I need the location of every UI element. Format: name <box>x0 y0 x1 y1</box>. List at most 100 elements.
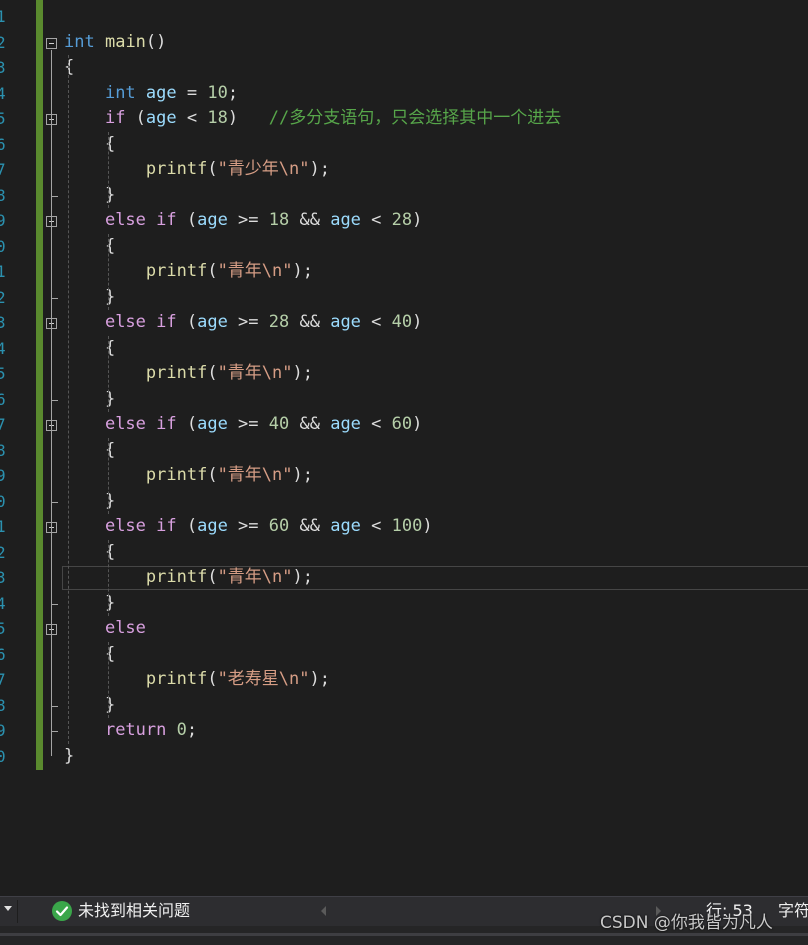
line-number: 8 <box>0 695 6 715</box>
code-line[interactable]: 3 printf("青年\n"); <box>0 565 808 591</box>
code-line[interactable]: 1 <box>0 4 808 30</box>
code-text[interactable]: { <box>64 55 74 81</box>
code-line[interactable]: 1 else if (age >= 60 && age < 100) <box>0 514 808 540</box>
check-circle-icon[interactable] <box>52 901 72 921</box>
code-line[interactable]: 6 { <box>0 132 808 158</box>
collapse-block-icon[interactable] <box>46 37 57 49</box>
code-text[interactable]: printf("青年\n"); <box>64 361 313 387</box>
code-editor[interactable]: 1 2 int main() 3{4 int age = 10; 5 if (age <… <box>0 0 808 896</box>
keyword-token: int <box>104 82 136 103</box>
line-number: 5 <box>0 619 6 638</box>
code-text[interactable]: return 0; <box>64 718 197 744</box>
code-line[interactable]: 4 } <box>0 591 808 617</box>
scroll-left-icon[interactable] <box>321 906 326 916</box>
line-number: 6 <box>0 134 6 154</box>
punctuation-token: ); <box>292 567 313 587</box>
punctuation-token: ); <box>292 363 313 383</box>
code-text[interactable]: int age = 10; <box>64 81 238 107</box>
code-line[interactable]: 7 printf("青少年\n"); <box>0 157 808 183</box>
code-text[interactable]: printf("青年\n"); <box>64 565 313 591</box>
code-line[interactable]: 0} <box>0 744 808 770</box>
punctuation-token: ) <box>412 312 423 332</box>
punctuation-token: ( <box>207 261 218 281</box>
punctuation-token: ) <box>412 414 423 434</box>
code-text[interactable]: else if (age >= 28 && age < 40) <box>64 310 422 336</box>
code-text[interactable]: else if (age >= 18 && age < 28) <box>64 208 422 234</box>
punctuation-token: ); <box>309 159 330 179</box>
code-text[interactable]: if (age < 18) //多分支语句，只会选择其中一个进去 <box>64 106 561 132</box>
issues-status-text[interactable]: 未找到相关问题 <box>78 901 190 921</box>
number-token: 40 <box>391 312 413 332</box>
identifier-token: age <box>197 312 228 332</box>
code-text[interactable]: else <box>64 616 146 642</box>
line-number: 7 <box>0 415 6 434</box>
code-line[interactable]: 7 printf("老寿星\n"); <box>0 667 808 693</box>
number-token: 40 <box>268 414 290 434</box>
punctuation-token: >= <box>227 210 269 230</box>
code-text[interactable]: else if (age >= 40 && age < 60) <box>64 412 422 438</box>
code-line[interactable]: 5 if (age < 18) //多分支语句，只会选择其中一个进去 <box>0 106 808 132</box>
control-keyword-token: else if <box>104 516 177 536</box>
code-text[interactable]: printf("青年\n"); <box>64 259 313 285</box>
code-line[interactable]: 5 else <box>0 616 808 642</box>
punctuation-token: && <box>289 516 331 536</box>
number-token: 18 <box>268 210 290 230</box>
code-line[interactable]: 6 } <box>0 387 808 413</box>
code-line[interactable]: 4 { <box>0 336 808 362</box>
code-text[interactable]: printf("青少年\n"); <box>64 157 330 183</box>
punctuation-token <box>166 720 176 740</box>
code-line[interactable]: 8 } <box>0 183 808 209</box>
control-keyword-token: return <box>104 720 167 740</box>
punctuation-token <box>64 567 146 587</box>
code-text[interactable]: } <box>64 744 74 770</box>
line-number: 9 <box>0 466 6 485</box>
code-line[interactable]: 2 } <box>0 285 808 311</box>
function-token: printf <box>145 567 208 587</box>
line-number: 6 <box>0 644 6 664</box>
identifier-token: age <box>145 82 177 103</box>
punctuation-token <box>64 618 105 638</box>
line-number: 5 <box>0 364 6 383</box>
function-token: printf <box>145 669 208 689</box>
code-text[interactable]: int main() <box>64 30 166 56</box>
code-text[interactable]: printf("青年\n"); <box>64 463 313 489</box>
code-line[interactable]: 3{ <box>0 55 808 81</box>
code-line[interactable]: 1 printf("青年\n"); <box>0 259 808 285</box>
code-line[interactable]: 6 { <box>0 642 808 668</box>
code-line[interactable]: 7 else if (age >= 40 && age < 60) <box>0 412 808 438</box>
code-line[interactable]: 5 printf("青年\n"); <box>0 361 808 387</box>
code-line[interactable]: 9 return 0; <box>0 718 808 744</box>
code-text[interactable]: printf("老寿星\n"); <box>64 667 330 693</box>
punctuation-token <box>64 210 105 230</box>
code-line[interactable]: 0 } <box>0 489 808 515</box>
code-line[interactable]: 8 } <box>0 693 808 719</box>
punctuation-token <box>64 261 146 281</box>
punctuation-token: < <box>360 312 392 332</box>
punctuation-token <box>64 720 105 740</box>
code-line[interactable]: 9 else if (age >= 18 && age < 28) <box>0 208 808 234</box>
code-line[interactable]: 0 { <box>0 234 808 260</box>
line-number: 1 <box>0 262 6 281</box>
line-number: 4 <box>0 338 6 358</box>
code-line[interactable]: 3 else if (age >= 28 && age < 40) <box>0 310 808 336</box>
number-token: 28 <box>268 312 290 332</box>
punctuation-token: ); <box>309 669 330 689</box>
char-indicator[interactable]: 字符 <box>778 901 808 921</box>
code-line[interactable]: 2 int main() <box>0 30 808 56</box>
code-line[interactable]: 8 { <box>0 438 808 464</box>
code-text[interactable]: else if (age >= 60 && age < 100) <box>64 514 433 540</box>
control-keyword-token: else if <box>104 210 177 230</box>
punctuation-token: ); <box>292 465 313 485</box>
identifier-token: age <box>197 414 228 434</box>
punctuation-token <box>64 516 105 536</box>
code-line[interactable]: 4 int age = 10; <box>0 81 808 107</box>
code-line[interactable]: 2 { <box>0 540 808 566</box>
line-number: 2 <box>0 287 6 307</box>
punctuation-token: >= <box>227 312 269 332</box>
punctuation-token: ( <box>207 567 218 587</box>
indent-guide <box>108 233 109 310</box>
indent-guide <box>108 641 109 718</box>
code-line[interactable]: 9 printf("青年\n"); <box>0 463 808 489</box>
fold-region-end <box>51 501 58 503</box>
zoom-dropdown-icon[interactable] <box>4 906 12 911</box>
